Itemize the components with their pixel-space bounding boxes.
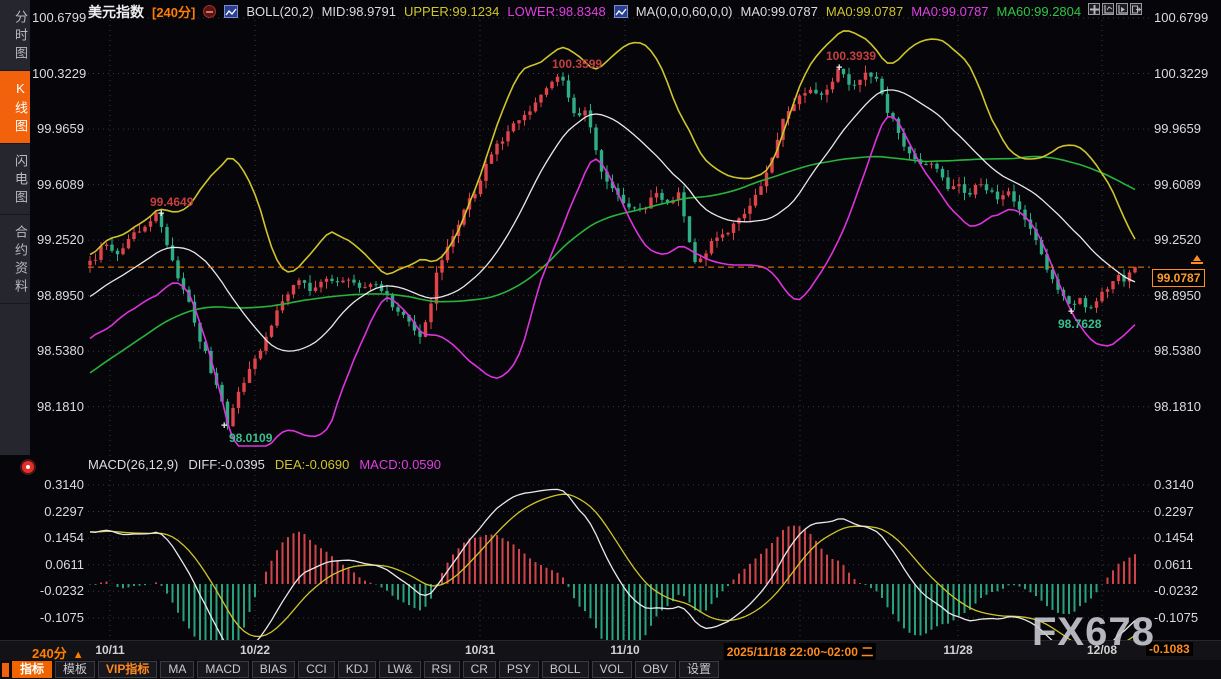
toolbar-macd-button[interactable]: MACD — [197, 661, 248, 678]
bottom-toolbar: 指标 模板 VIP指标 MA MACD BIAS CCI KDJ LW& RSI… — [0, 660, 1221, 679]
boll-name: BOLL(20,2) — [246, 4, 313, 19]
legend-bar: 美元指数 [240分] BOLL(20,2) MID:98.9791 UPPER… — [88, 3, 1081, 20]
sidebar-tab-kline-chart[interactable]: K线图 — [0, 71, 30, 144]
annotation-swing-low-1: 98.0109 — [229, 431, 272, 445]
macd-axis-label-left: 0.3140 — [32, 477, 84, 492]
boll-lower-value: LOWER:98.8348 — [507, 4, 605, 19]
macd-axis-label-left: -0.0232 — [32, 583, 84, 598]
price-axis-label-left: 99.6089 — [32, 177, 84, 192]
period-text: 240分 — [32, 646, 67, 661]
macd-settings-icon[interactable] — [22, 461, 34, 473]
axis-play-icon[interactable] — [1116, 3, 1128, 15]
toolbar-cci-button[interactable]: CCI — [298, 661, 335, 678]
chart-toolbuttons — [1088, 3, 1142, 15]
toolbar-psy-button[interactable]: PSY — [499, 661, 539, 678]
ma-name: MA(0,0,0,60,0,0) — [636, 4, 733, 19]
symbol-name: 美元指数 — [88, 2, 144, 22]
macd-axis-label-left: 0.2297 — [32, 504, 84, 519]
macd-diff-value: DIFF:-0.0395 — [188, 457, 265, 472]
extreme-marker-icon: + — [836, 62, 842, 74]
toolbar-rsi-button[interactable]: RSI — [424, 661, 460, 678]
price-axis-label-left: 98.8950 — [32, 288, 84, 303]
sidebar-tab-time-chart[interactable]: 分时图 — [0, 0, 30, 71]
time-axis-label: 11/28 — [943, 643, 972, 657]
price-axis-label-left: 100.3229 — [32, 66, 84, 81]
toolbar-marker-icon — [2, 663, 9, 677]
toolbar-settings-button[interactable]: 设置 — [679, 661, 719, 678]
macd-axis-label-right: 0.3140 — [1154, 477, 1194, 492]
macd-axis-label-left: 0.0611 — [32, 557, 84, 572]
interval-label: [240分] — [152, 2, 195, 21]
toolbar-ma-button[interactable]: MA — [160, 661, 194, 678]
time-axis-selected-label: 2025/11/18 22:00~02:00 二 — [724, 643, 876, 660]
macd-axis-label-left: 0.1454 — [32, 530, 84, 545]
expand-right-icon[interactable] — [1130, 3, 1142, 15]
price-axis-label-left: 98.1810 — [32, 399, 84, 414]
boll-mid-value: MID:98.9791 — [322, 4, 396, 19]
annotation-swing-high-3: 100.3939 — [826, 49, 876, 63]
move-crosshair-icon[interactable] — [1088, 3, 1100, 15]
ma0-value-3: MA0:99.0787 — [911, 4, 988, 19]
boll-upper-value: UPPER:99.1234 — [404, 4, 499, 19]
toolbar-bias-button[interactable]: BIAS — [252, 661, 295, 678]
extreme-marker-icon: + — [158, 208, 164, 220]
annotation-swing-low-2: 98.7628 — [1058, 317, 1101, 331]
macd-dea-value: DEA:-0.0690 — [275, 457, 349, 472]
sidebar: 分时图 K线图 闪电图 合约资料 — [0, 0, 30, 455]
macd-name: MACD(26,12,9) — [88, 457, 178, 472]
annotation-swing-high-1: 99.4649 — [150, 195, 193, 209]
ma60-value: MA60:99.2804 — [997, 4, 1082, 19]
toolbar-lw-button[interactable]: LW& — [379, 661, 420, 678]
watermark: FX678 — [1032, 610, 1155, 655]
price-axis-label-left: 100.6799 — [32, 10, 84, 25]
macd-axis-label-right: 0.1454 — [1154, 530, 1194, 545]
time-axis-label: 11/10 — [610, 643, 639, 657]
price-axis-label-right: 98.5380 — [1154, 343, 1201, 358]
price-axis-label-right: 98.8950 — [1154, 288, 1201, 303]
ma0-value-1: MA0:99.0787 — [741, 4, 818, 19]
price-axis-label-right: 99.2520 — [1154, 232, 1201, 247]
toolbar-template-button[interactable]: 模板 — [55, 661, 95, 678]
macd-legend: MACD(26,12,9) DIFF:-0.0395 DEA:-0.0690 M… — [88, 457, 441, 472]
macd-axis-label-right: 0.2297 — [1154, 504, 1194, 519]
macd-axis-label-right: -0.0232 — [1154, 583, 1198, 598]
extreme-marker-icon: + — [1068, 306, 1074, 318]
macd-axis-label-right: -0.1075 — [1154, 610, 1198, 625]
price-axis-label-right: 100.3229 — [1154, 66, 1208, 81]
macd-axis-label-left: -0.1075 — [32, 610, 84, 625]
price-axis-label-right: 100.6799 — [1154, 10, 1208, 25]
price-axis-label-right: 99.9659 — [1154, 121, 1201, 136]
price-axis-label-left: 99.9659 — [32, 121, 84, 136]
boll-indicator-icon[interactable] — [224, 5, 238, 18]
chart-canvas[interactable] — [0, 0, 1221, 660]
axis-zoom-icon[interactable] — [1102, 3, 1114, 15]
price-axis-label-right: 99.6089 — [1154, 177, 1201, 192]
price-axis-label-left: 98.5380 — [32, 343, 84, 358]
price-magnet-icon[interactable] — [1190, 254, 1204, 272]
collapse-icon[interactable] — [203, 5, 216, 18]
macd-hist-value: MACD:0.0590 — [359, 457, 441, 472]
toolbar-cr-button[interactable]: CR — [463, 661, 496, 678]
sidebar-tab-flash-chart[interactable]: 闪电图 — [0, 144, 30, 215]
time-axis-label: 10/11 — [95, 643, 124, 657]
time-axis-label: 10/22 — [240, 643, 270, 657]
toolbar-boll-button[interactable]: BOLL — [542, 661, 589, 678]
ma-indicator-icon[interactable] — [614, 5, 628, 18]
time-axis-label: 10/31 — [465, 643, 495, 657]
toolbar-vol-button[interactable]: VOL — [592, 661, 632, 678]
toolbar-kdj-button[interactable]: KDJ — [338, 661, 377, 678]
toolbar-vip-indicator-button[interactable]: VIP指标 — [98, 661, 157, 678]
sidebar-tab-contract-info[interactable]: 合约资料 — [0, 215, 30, 304]
price-axis-label-right: 98.1810 — [1154, 399, 1201, 414]
annotation-swing-high-2: 100.3599 — [552, 57, 602, 71]
toolbar-indicator-button[interactable]: 指标 — [12, 661, 52, 678]
ma0-value-2: MA0:99.0787 — [826, 4, 903, 19]
macd-axis-label-right: 0.0611 — [1154, 557, 1193, 572]
trading-app: 100.6799 100.6799 100.3229 100.3229 99.9659 9… — [0, 0, 1221, 679]
toolbar-obv-button[interactable]: OBV — [635, 661, 676, 678]
price-axis-label-left: 99.2520 — [32, 232, 84, 247]
extreme-marker-icon: + — [221, 420, 227, 432]
